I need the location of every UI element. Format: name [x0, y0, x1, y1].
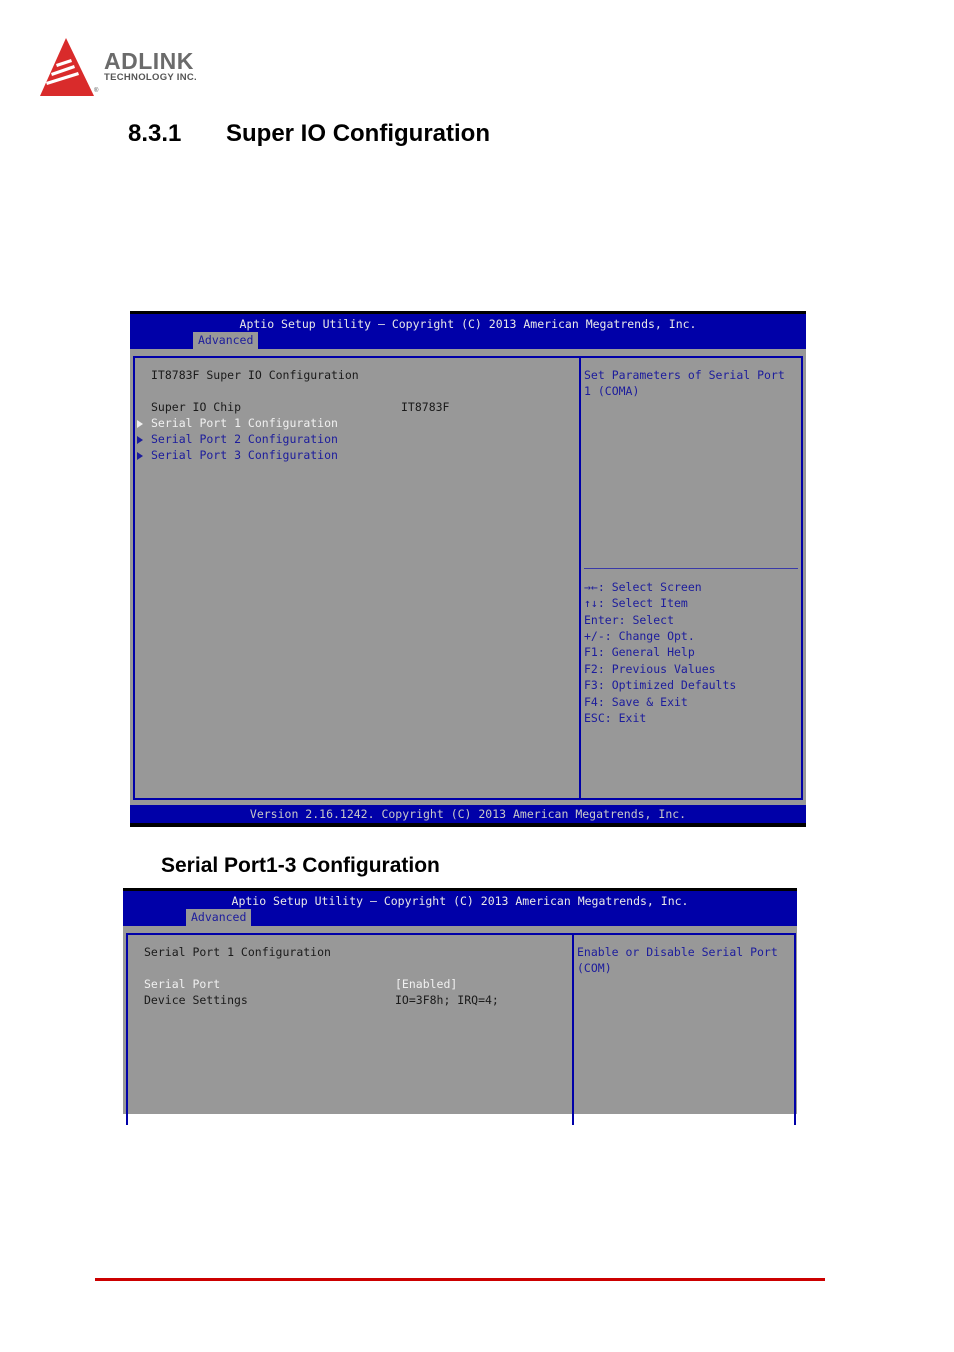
submenu-label: Serial Port 3 Configuration: [151, 448, 338, 462]
key-hint-esc: ESC: Exit: [584, 711, 647, 725]
help-text-line: Set Parameters of Serial Port: [584, 368, 785, 382]
key-hint-select-screen: →←: Select Screen: [584, 580, 702, 594]
bios-header-bar: Aptio Setup Utility – Copyright (C) 2013…: [130, 311, 806, 349]
section-title: Super IO Configuration: [226, 120, 490, 147]
help-text-line: (COM): [577, 961, 612, 975]
help-divider: [584, 568, 798, 569]
key-hint-f3: F3: Optimized Defaults: [584, 678, 737, 692]
row-label-device-settings: Device Settings: [144, 993, 248, 1007]
registered-mark: ®: [94, 88, 99, 94]
submenu-arrow-icon: [137, 420, 143, 428]
help-text-line: 1 (COMA): [584, 384, 640, 398]
row-value-device-settings: IO=3F8h; IRQ=4;: [395, 993, 499, 1007]
bios-footer-bar: Version 2.16.1242. Copyright (C) 2013 Am…: [130, 805, 806, 827]
bios-header-title: Aptio Setup Utility – Copyright (C) 2013…: [231, 894, 689, 908]
tab-advanced[interactable]: Advanced: [193, 332, 259, 349]
submenu-arrow-icon: [137, 452, 143, 460]
adlink-triangle-icon: [40, 38, 94, 96]
bios-main-pane: IT8783F Super IO Configuration Super IO …: [133, 356, 579, 800]
bios-main-pane: Serial Port 1 Configuration Serial Port …: [126, 933, 572, 1125]
row-value-super-io-chip: IT8783F: [401, 400, 450, 414]
help-text-line: Enable or Disable Serial Port: [577, 945, 778, 959]
key-hint-f4: F4: Save & Exit: [584, 695, 688, 709]
subsection-heading: Serial Port1-3 Configuration: [161, 854, 440, 877]
bios-screen-super-io: Aptio Setup Utility – Copyright (C) 2013…: [130, 311, 806, 827]
section-number: 8.3.1: [128, 120, 182, 147]
logo-brand: ADLINK: [104, 48, 194, 74]
row-label-super-io-chip: Super IO Chip: [151, 400, 242, 414]
row-value-serial-port[interactable]: [Enabled]: [395, 977, 457, 991]
section-heading: 8.3.1 Super IO Configuration: [128, 120, 490, 148]
bios-help-pane: Set Parameters of Serial Port 1 (COMA) →…: [579, 356, 803, 800]
bios-footer-text: Version 2.16.1242. Copyright (C) 2013 Am…: [249, 807, 687, 821]
key-hint-select-item: ↑↓: Select Item: [584, 596, 688, 610]
bios-header-bar: Aptio Setup Utility – Copyright (C) 2013…: [123, 888, 797, 926]
submenu-label: Serial Port 2 Configuration: [151, 432, 338, 446]
key-hint-enter: Enter: Select: [584, 613, 675, 627]
adlink-logo: ® ADLINK TECHNOLOGY INC.: [38, 38, 238, 98]
key-hint-f1: F1: General Help: [584, 645, 695, 659]
key-hint-change-opt: +/-: Change Opt.: [584, 629, 695, 643]
submenu-arrow-icon: [137, 436, 143, 444]
key-hint-f2: F2: Previous Values: [584, 662, 716, 676]
bios-header-title: Aptio Setup Utility – Copyright (C) 2013…: [239, 317, 697, 331]
submenu-label: Serial Port 1 Configuration: [151, 416, 338, 430]
tab-advanced[interactable]: Advanced: [186, 909, 252, 926]
bios-help-pane: Enable or Disable Serial Port (COM): [572, 933, 796, 1125]
row-label-serial-port: Serial Port: [144, 977, 221, 991]
footer-rule: [95, 1278, 825, 1281]
bios-screen-serial-port: Aptio Setup Utility – Copyright (C) 2013…: [123, 888, 797, 1125]
page-title: Serial Port 1 Configuration: [144, 945, 331, 959]
logo-tagline: TECHNOLOGY INC.: [104, 72, 197, 83]
page-title: IT8783F Super IO Configuration: [151, 368, 359, 382]
